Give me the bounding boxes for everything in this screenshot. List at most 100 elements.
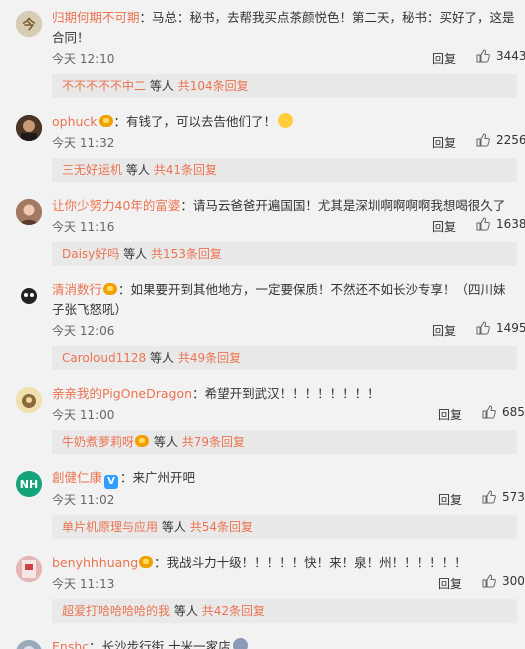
others-label: 等人 bbox=[153, 435, 178, 449]
username-link[interactable]: benyhhhuang bbox=[52, 555, 138, 570]
comment-item: NH 創健仁康 V ：来广州开吧 今天 11:02 回复 573 单片机原理与应用 … bbox=[0, 460, 525, 545]
like-button[interactable]: 1638 bbox=[476, 217, 525, 231]
comment-body: ：请马云爸爸开遍国国！尤其是深圳啊啊啊啊我想喝很久了 bbox=[180, 198, 506, 213]
comment-text: 創健仁康 V ：来广州开吧 bbox=[52, 468, 517, 489]
timestamp: 今天 11:00 bbox=[52, 408, 115, 422]
crown-badge-icon bbox=[103, 283, 118, 295]
comment-meta: 今天 11:00 回复 685 bbox=[52, 404, 525, 424]
thumbs-up-icon bbox=[482, 490, 496, 504]
comment-meta: 今天 11:13 回复 300 bbox=[52, 573, 525, 593]
comment-item: 让你少努力40年的富婆：请马云爸爸开遍国国！尤其是深圳啊啊啊啊我想喝很久了 今天… bbox=[0, 188, 525, 272]
reply-button[interactable]: 回复 bbox=[438, 406, 462, 423]
others-label: 等人 bbox=[125, 163, 150, 177]
reply-button[interactable]: 回复 bbox=[438, 491, 462, 508]
comment-list: 今 归期何期不可期：马总：秘书，去帮我买点茶颜悦色！第二天，秘书：买好了，这是合… bbox=[0, 0, 525, 649]
reply-button[interactable]: 回复 bbox=[438, 575, 462, 592]
replies-preview[interactable]: 不不不不不中二 等人 共104条回复 bbox=[52, 74, 517, 98]
reply-user-link[interactable]: 单片机原理与应用 bbox=[62, 520, 158, 534]
reply-button[interactable]: 回复 bbox=[432, 50, 456, 67]
reply-user-link[interactable]: 超爱打哈哈哈哈的我 bbox=[62, 604, 170, 618]
replies-preview[interactable]: 三无好运机 等人 共41条回复 bbox=[52, 158, 517, 182]
others-label: 等人 bbox=[161, 520, 186, 534]
reply-user-link[interactable]: 牛奶煮萝莉呀 bbox=[62, 435, 134, 449]
like-count: 685 bbox=[502, 405, 525, 419]
avatar[interactable] bbox=[16, 640, 42, 649]
username-link[interactable]: 創健仁康 bbox=[52, 470, 102, 485]
avatar[interactable] bbox=[16, 387, 42, 413]
timestamp: 今天 11:02 bbox=[52, 493, 115, 507]
comment-item: 清消数行 ：如果要开到其他地方，一定要保质！不然还不如长沙专享！（四川妹子张飞怒吼… bbox=[0, 272, 525, 376]
others-label: 等人 bbox=[173, 604, 198, 618]
like-count: 1638 bbox=[496, 217, 525, 231]
comment-body: ：我战斗力十级！！！！！快！来！泉！州！！！！！！ bbox=[154, 555, 467, 570]
thumbs-up-icon bbox=[482, 405, 496, 419]
replies-preview[interactable]: Caroloud1128 等人 共49条回复 bbox=[52, 346, 517, 370]
comment-body: ：来广州开吧 bbox=[120, 470, 196, 485]
timestamp: 今天 11:16 bbox=[52, 220, 115, 234]
username-link[interactable]: 亲亲我的PigOneDragon bbox=[52, 386, 192, 401]
comment-meta: 今天 12:10 回复 3443 bbox=[52, 48, 525, 68]
others-label: 等人 bbox=[149, 79, 174, 93]
username-link[interactable]: 清消数行 bbox=[52, 282, 102, 297]
comment-text: 亲亲我的PigOneDragon：希望开到武汉！！！！！！！！ bbox=[52, 384, 517, 404]
avatar[interactable] bbox=[16, 283, 42, 309]
like-count: 3443 bbox=[496, 49, 525, 63]
comment-text: Enshc：长沙步行街 十米一家店 bbox=[52, 637, 517, 649]
timestamp: 今天 12:10 bbox=[52, 52, 115, 66]
comment-item: 今 归期何期不可期：马总：秘书，去帮我买点茶颜悦色！第二天，秘书：买好了，这是合… bbox=[0, 0, 525, 104]
replies-total-link[interactable]: 共49条回复 bbox=[178, 351, 241, 365]
timestamp: 今天 12:06 bbox=[52, 324, 115, 338]
comment-text: benyhhhuang ：我战斗力十级！！！！！快！来！泉！州！！！！！！ bbox=[52, 553, 517, 573]
comment-meta: 今天 11:32 回复 2256 bbox=[52, 132, 525, 152]
replies-total-link[interactable]: 共42条回复 bbox=[202, 604, 265, 618]
verified-v-icon: V bbox=[104, 475, 119, 489]
like-button[interactable]: 2256 bbox=[476, 133, 525, 147]
comment-text: 清消数行 ：如果要开到其他地方，一定要保质！不然还不如长沙专享！（四川妹子张飞怒吼… bbox=[52, 280, 517, 320]
username-link[interactable]: 让你少努力40年的富婆 bbox=[52, 198, 180, 213]
timestamp: 今天 11:32 bbox=[52, 136, 115, 150]
crown-badge-icon bbox=[139, 556, 154, 568]
replies-preview[interactable]: Daisy好吗 等人 共153条回复 bbox=[52, 242, 517, 266]
replies-total-link[interactable]: 共104条回复 bbox=[178, 79, 249, 93]
reply-user-link[interactable]: 不不不不不中二 bbox=[62, 79, 146, 93]
like-button[interactable]: 573 bbox=[482, 490, 525, 504]
comment-text: 让你少努力40年的富婆：请马云爸爸开遍国国！尤其是深圳啊啊啊啊我想喝很久了 bbox=[52, 196, 517, 216]
reply-user-link[interactable]: 三无好运机 bbox=[62, 163, 122, 177]
like-button[interactable]: 1495 bbox=[476, 321, 525, 335]
thumbs-up-icon bbox=[476, 133, 490, 147]
avatar[interactable] bbox=[16, 115, 42, 141]
timestamp: 今天 11:13 bbox=[52, 577, 115, 591]
avatar-text: NH bbox=[19, 477, 39, 491]
replies-total-link[interactable]: 共41条回复 bbox=[154, 163, 217, 177]
username-link[interactable]: Enshc bbox=[52, 639, 89, 649]
emoji-icon bbox=[232, 638, 248, 649]
reply-user-link[interactable]: Daisy好吗 bbox=[62, 247, 119, 261]
replies-total-link[interactable]: 共54条回复 bbox=[190, 520, 253, 534]
comment-meta: 今天 12:06 回复 1495 bbox=[52, 320, 525, 340]
like-button[interactable]: 685 bbox=[482, 405, 525, 419]
thumbs-up-icon bbox=[476, 321, 490, 335]
replies-total-link[interactable]: 共79条回复 bbox=[182, 435, 245, 449]
avatar[interactable] bbox=[16, 199, 42, 225]
reply-button[interactable]: 回复 bbox=[432, 134, 456, 151]
thumbs-up-icon bbox=[476, 217, 490, 231]
replies-preview[interactable]: 牛奶煮萝莉呀 等人 共79条回复 bbox=[52, 430, 517, 454]
replies-preview[interactable]: 超爱打哈哈哈哈的我 等人 共42条回复 bbox=[52, 599, 517, 623]
replies-preview[interactable]: 单片机原理与应用 等人 共54条回复 bbox=[52, 515, 517, 539]
reply-button[interactable]: 回复 bbox=[432, 322, 456, 339]
username-link[interactable]: ophuck bbox=[52, 114, 98, 129]
like-count: 573 bbox=[502, 490, 525, 504]
avatar[interactable]: 今 bbox=[16, 11, 42, 37]
thumbs-up-icon bbox=[476, 49, 490, 63]
like-button[interactable]: 300 bbox=[482, 574, 525, 588]
avatar[interactable] bbox=[16, 556, 42, 582]
avatar[interactable]: NH bbox=[16, 471, 42, 497]
others-label: 等人 bbox=[123, 247, 148, 261]
smile-emoji-icon bbox=[278, 113, 294, 128]
username-link[interactable]: 归期何期不可期 bbox=[52, 10, 140, 25]
like-count: 1495 bbox=[496, 321, 525, 335]
reply-user-link[interactable]: Caroloud1128 bbox=[62, 351, 146, 365]
replies-total-link[interactable]: 共153条回复 bbox=[151, 247, 222, 261]
like-button[interactable]: 3443 bbox=[476, 49, 525, 63]
reply-button[interactable]: 回复 bbox=[432, 218, 456, 235]
